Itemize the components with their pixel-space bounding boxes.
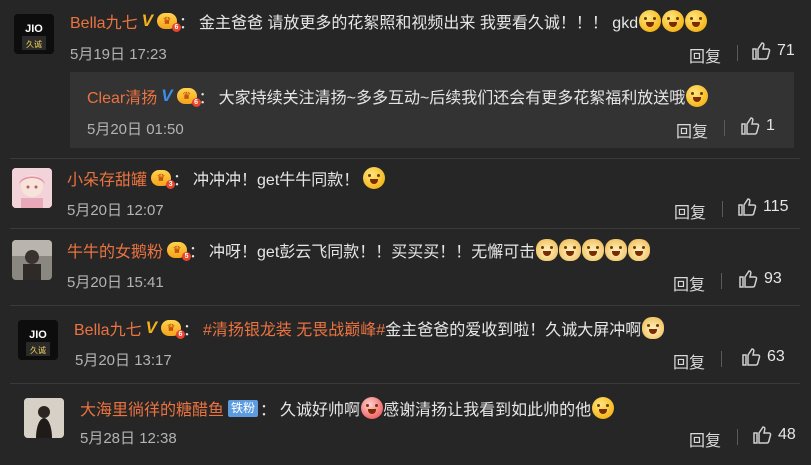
comment-line: Bella九七 V ♛ 6 ： 金主爸爸 请放更多的花絮照和视频出来 我要看久诚！… (70, 9, 708, 33)
thumb-up-icon (753, 426, 772, 444)
avatar[interactable]: JIO 久诚 (14, 14, 54, 54)
avatar[interactable] (12, 240, 52, 280)
like-button[interactable]: 115 (737, 197, 789, 217)
level-badge-icon: ♛ 3 (151, 170, 176, 189)
verified-icon: V (145, 318, 157, 337)
thumb-up-icon (752, 42, 771, 60)
username[interactable]: 牛牛的女鹅粉 (67, 238, 163, 262)
avatar[interactable] (12, 168, 52, 208)
avatar[interactable] (24, 398, 64, 438)
comment-text: 久诚好帅啊 (280, 402, 361, 419)
like-count: 1 (766, 117, 775, 134)
avatar[interactable]: JIO 久诚 (18, 320, 58, 360)
emoji-icon (592, 397, 615, 419)
username[interactable]: 大海里徜徉的糖醋鱼 (80, 396, 224, 420)
dog-emoji-icon (582, 239, 605, 261)
dog-emoji-icon (628, 239, 651, 261)
level-badge-icon: ♛ 6 (156, 13, 181, 32)
emoji-icon (639, 10, 662, 32)
emoji-icon (686, 85, 709, 107)
like-button[interactable]: 1 (740, 116, 775, 136)
svg-text:久诚: 久诚 (26, 39, 42, 49)
reply-button[interactable]: 回复 (673, 349, 705, 373)
like-button[interactable]: 93 (738, 269, 782, 289)
like-count: 115 (763, 198, 789, 215)
fan-badge: 铁粉 (228, 399, 259, 417)
comment-text: 冲冲冲！get牛牛同款！ (193, 172, 360, 189)
timestamp: 5月20日 15:41 (67, 274, 164, 291)
like-count: 48 (778, 426, 796, 443)
topic-link[interactable]: #清扬银龙装 无畏战巅峰# (203, 316, 385, 340)
timestamp: 5月20日 01:50 (87, 121, 184, 138)
kiss-emoji-icon (361, 397, 384, 419)
comment-line: Bella九七 V ♛ 6 ： #清扬银龙装 无畏战巅峰# 金主爸爸的爱收到啦！久… (74, 316, 665, 340)
comment-line: 牛牛的女鹅粉 ♛ 5 ： 冲呀！get彭云飞同款！！买买买！！无懈可击 (67, 238, 651, 262)
comment-text: 大家持续关注清扬~多多互动~后续我们还会有更多花絮福利放送哦 (218, 90, 686, 107)
svg-text:久诚: 久诚 (30, 345, 46, 355)
thumb-up-icon (739, 270, 758, 288)
like-count: 93 (764, 270, 782, 287)
timestamp: 5月20日 12:07 (67, 202, 164, 219)
reply-button[interactable]: 回复 (674, 199, 706, 223)
svg-text:JIO: JIO (29, 329, 47, 341)
like-button[interactable]: 63 (741, 347, 785, 367)
level-badge-icon: ♛ 5 (167, 242, 192, 261)
like-count: 71 (777, 42, 795, 59)
reply-button[interactable]: 回复 (673, 271, 705, 295)
comment-text: 感谢清扬让我看到如此帅的他 (383, 402, 592, 419)
like-button[interactable]: 71 (751, 41, 795, 61)
thumb-up-icon (741, 117, 760, 135)
dog-emoji-icon (536, 239, 559, 261)
emoji-icon (685, 10, 708, 32)
dog-emoji-icon (642, 317, 665, 339)
comment-text: 金主爸爸 请放更多的花絮照和视频出来 我要看久诚！！！ gkd (198, 15, 639, 32)
like-button[interactable]: 48 (752, 425, 796, 445)
verified-icon: V (161, 86, 173, 105)
comment-text: 金主爸爸的爱收到啦！久诚大屏冲啊 (385, 322, 642, 339)
svg-text:JIO: JIO (25, 23, 43, 35)
reply-button[interactable]: 回复 (676, 118, 708, 142)
emoji-icon (363, 167, 386, 189)
timestamp: 5月19日 17:23 (70, 46, 167, 63)
dog-emoji-icon (605, 239, 628, 261)
thumb-up-icon (742, 348, 761, 366)
level-badge-icon: ♛ 6 (176, 88, 201, 107)
thumb-up-icon (738, 198, 757, 216)
like-count: 63 (767, 348, 785, 365)
verified-icon: V (141, 11, 153, 30)
dog-emoji-icon (559, 239, 582, 261)
timestamp: 5月28日 12:38 (80, 430, 177, 447)
username[interactable]: Bella九七 (70, 9, 138, 33)
comment-line: 小朵存甜罐 ♛ 3 ： 冲冲冲！get牛牛同款！ (67, 166, 386, 190)
level-badge-icon: ♛ 6 (160, 320, 185, 339)
username[interactable]: 小朵存甜罐 (67, 166, 147, 190)
reply-button[interactable]: 回复 (689, 43, 721, 67)
username[interactable]: Bella九七 (74, 316, 142, 340)
sub-reply-line: Clear清扬 V ♛ 6 ： 大家持续关注清扬~多多互动~后续我们还会有更多花絮… (87, 84, 709, 108)
comment-line: 大海里徜徉的糖醋鱼 铁粉 ： 久诚好帅啊 感谢清扬让我看到如此帅的他 (80, 396, 615, 420)
emoji-icon (662, 10, 685, 32)
reply-button[interactable]: 回复 (689, 427, 721, 451)
comment-text: 冲呀！get彭云飞同款！！买买买！！无懈可击 (209, 244, 536, 261)
timestamp: 5月20日 13:17 (75, 352, 172, 369)
username[interactable]: Clear清扬 (87, 84, 157, 108)
